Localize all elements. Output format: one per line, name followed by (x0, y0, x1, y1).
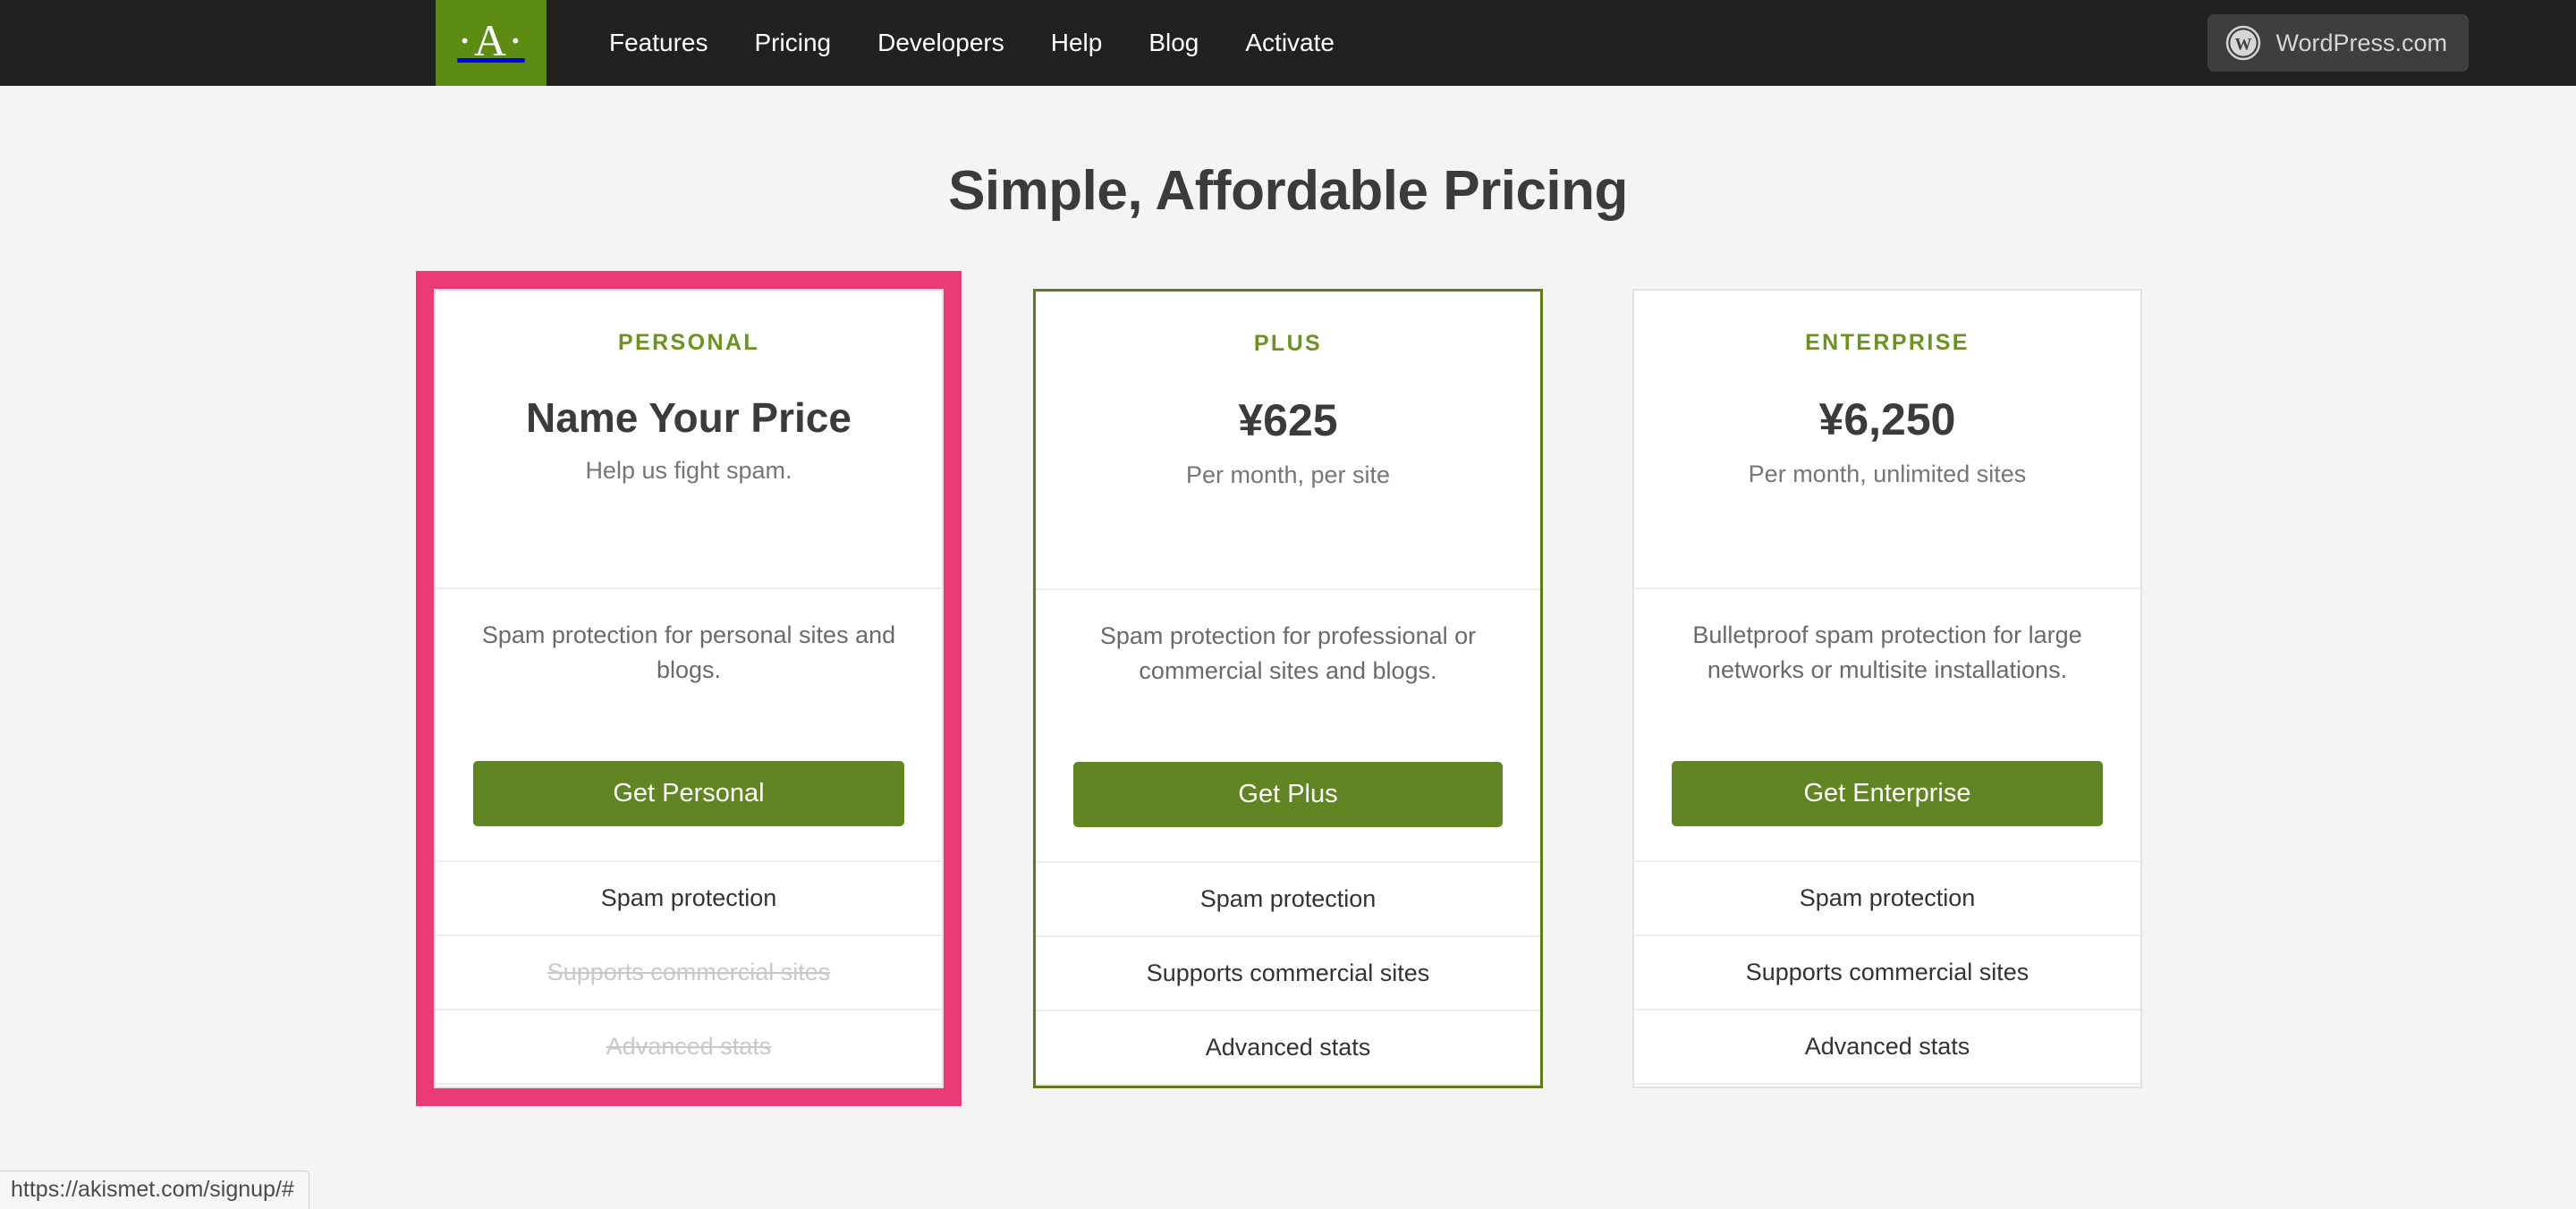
pricing-card-enterprise: ENTERPRISE ¥6,250 Per month, unlimited s… (1632, 289, 2142, 1088)
card-header-plus: PLUS ¥625 Per month, per site (1036, 292, 1540, 590)
nav-link-blog[interactable]: Blog (1125, 0, 1222, 86)
feature-list-plus: Spam protection Supports commercial site… (1036, 861, 1540, 1086)
plan-period-plus: Per month, per site (1185, 461, 1391, 488)
navbar-left-spacer (0, 0, 436, 86)
plan-period-personal: Help us fight spam. (585, 457, 792, 484)
pricing-card-grid: PERSONAL Name Your Price Help us fight s… (0, 271, 2576, 1106)
feature-row: Advanced stats (1036, 1011, 1540, 1086)
plan-price-enterprise: ¥6,250 (1818, 394, 1956, 444)
nav-link-developers[interactable]: Developers (854, 0, 1028, 86)
browser-status-bar: https://akismet.com/signup/# (0, 1171, 309, 1209)
feature-list-enterprise: Spam protection Supports commercial site… (1634, 860, 2140, 1085)
feature-row: Supports commercial sites (1036, 937, 1540, 1011)
plan-description-plus: Spam protection for professional or comm… (1099, 622, 1477, 685)
top-navbar: ·A· Features Pricing Developers Help Blo… (0, 0, 2576, 86)
plan-description-enterprise: Bulletproof spam protection for large ne… (1692, 621, 2082, 684)
pricing-card-personal: PERSONAL Name Your Price Help us fight s… (416, 271, 962, 1106)
plan-name-plus: PLUS (1253, 331, 1323, 356)
feature-list-personal: Spam protection Supports commercial site… (436, 860, 942, 1085)
page-title: Simple, Affordable Pricing (948, 160, 1628, 222)
plan-period-enterprise: Per month, unlimited sites (1748, 461, 2027, 487)
wordpress-com-label: WordPress.com (2275, 29, 2447, 56)
feature-row: Spam protection (1036, 863, 1540, 937)
akismet-logo-glyph: ·A· (457, 15, 525, 65)
pricing-card-plus: PLUS ¥625 Per month, per site Spam prote… (1033, 289, 1543, 1088)
feature-row: Spam protection (436, 862, 942, 936)
card-header-personal: PERSONAL Name Your Price Help us fight s… (436, 291, 942, 589)
card-body-enterprise: Bulletproof spam protection for large ne… (1634, 589, 2140, 860)
plan-price-plus: ¥625 (1238, 395, 1338, 445)
plan-price-personal: Name Your Price (526, 394, 852, 441)
navbar-right: W WordPress.com (2207, 0, 2576, 86)
plan-description-personal: Spam protection for personal sites and b… (481, 621, 896, 684)
card-header-enterprise: ENTERPRISE ¥6,250 Per month, unlimited s… (1634, 291, 2140, 589)
feature-row: Advanced stats (436, 1010, 942, 1085)
get-personal-button[interactable]: Get Personal (473, 761, 904, 826)
feature-row: Advanced stats (1634, 1010, 2140, 1085)
wordpress-icon: W (2226, 25, 2261, 61)
feature-row: Supports commercial sites (436, 936, 942, 1010)
card-body-personal: Spam protection for personal sites and b… (436, 589, 942, 860)
plan-name-enterprise: ENTERPRISE (1805, 330, 1970, 355)
plan-name-personal: PERSONAL (617, 330, 760, 355)
nav-link-pricing[interactable]: Pricing (732, 0, 855, 86)
nav-link-help[interactable]: Help (1028, 0, 1126, 86)
nav-link-features[interactable]: Features (586, 0, 732, 86)
feature-row: Spam protection (1634, 862, 2140, 936)
navbar-links: Features Pricing Developers Help Blog Ac… (547, 0, 1358, 86)
card-body-plus: Spam protection for professional or comm… (1036, 590, 1540, 861)
feature-row: Supports commercial sites (1634, 936, 2140, 1010)
svg-text:W: W (2235, 36, 2252, 55)
akismet-logo[interactable]: ·A· (436, 0, 547, 86)
wordpress-com-button[interactable]: W WordPress.com (2207, 14, 2469, 72)
nav-link-activate[interactable]: Activate (1222, 0, 1358, 86)
get-enterprise-button[interactable]: Get Enterprise (1672, 761, 2103, 826)
get-plus-button[interactable]: Get Plus (1073, 762, 1503, 827)
